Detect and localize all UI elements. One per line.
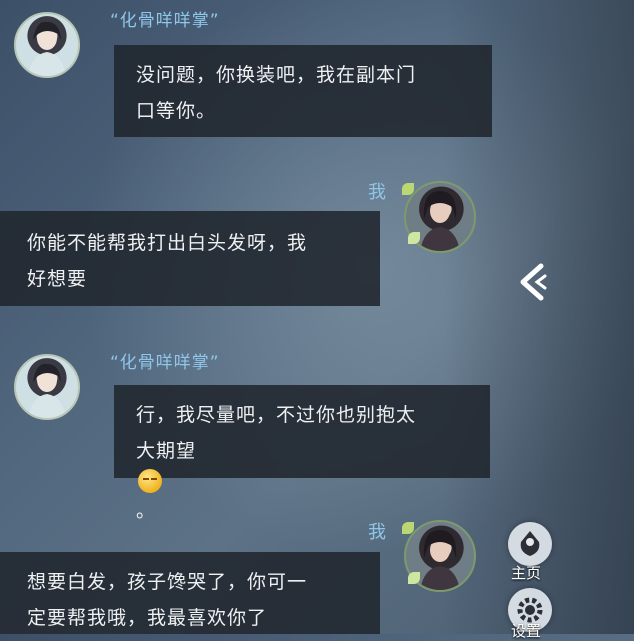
message-line: 你能不能帮我打出白头发呀，我 xyxy=(27,232,308,254)
home-button[interactable] xyxy=(508,522,552,566)
flower-decoration-icon xyxy=(408,572,420,584)
sender-name-2: 我 xyxy=(368,182,387,203)
message-line: 没问题，你换装吧，我在副本门 xyxy=(136,64,417,86)
home-icon xyxy=(520,531,540,556)
message-line: 口等你。 xyxy=(136,100,217,122)
message-line: 定要帮我哦，我最喜欢你了 xyxy=(27,607,268,629)
sender-name-3: “化骨咩咩掌” xyxy=(110,353,220,373)
sender-name-1: “化骨咩咩掌” xyxy=(110,11,220,31)
settings-label: 设置 xyxy=(511,622,542,640)
message-line-with-emoji: 大期望。 xyxy=(136,433,472,529)
avatar-other[interactable] xyxy=(14,354,80,420)
leaf-decoration-icon xyxy=(402,522,414,534)
message-bubble-2: 你能不能帮我打出白头发呀，我 好想要 xyxy=(0,211,380,306)
message-line: 好想要 xyxy=(27,268,88,290)
message-bubble-4: 想要白发，孩子馋哭了，你可一 定要帮我哦，我最喜欢你了 xyxy=(0,552,380,634)
flower-decoration-icon xyxy=(408,232,420,244)
home-label: 主页 xyxy=(511,564,542,582)
message-text: 。 xyxy=(136,500,157,522)
message-line: 想要白发，孩子馋哭了，你可一 xyxy=(27,571,308,593)
sleepy-emoji-icon xyxy=(138,469,162,493)
collapse-panel-button[interactable] xyxy=(515,262,551,302)
message-line: 行，我尽量吧，不过你也别抱太 xyxy=(136,404,417,426)
leaf-decoration-icon xyxy=(402,183,414,195)
message-bubble-3: 行，我尽量吧，不过你也别抱太 大期望。 xyxy=(114,385,490,522)
message-bubble-1: 没问题，你换装吧，我在副本门 口等你。 xyxy=(114,45,492,137)
message-text: 大期望 xyxy=(136,440,197,462)
chevron-left-icon xyxy=(520,263,547,301)
sender-name-4: 我 xyxy=(368,522,387,543)
avatar-other[interactable] xyxy=(14,12,80,78)
